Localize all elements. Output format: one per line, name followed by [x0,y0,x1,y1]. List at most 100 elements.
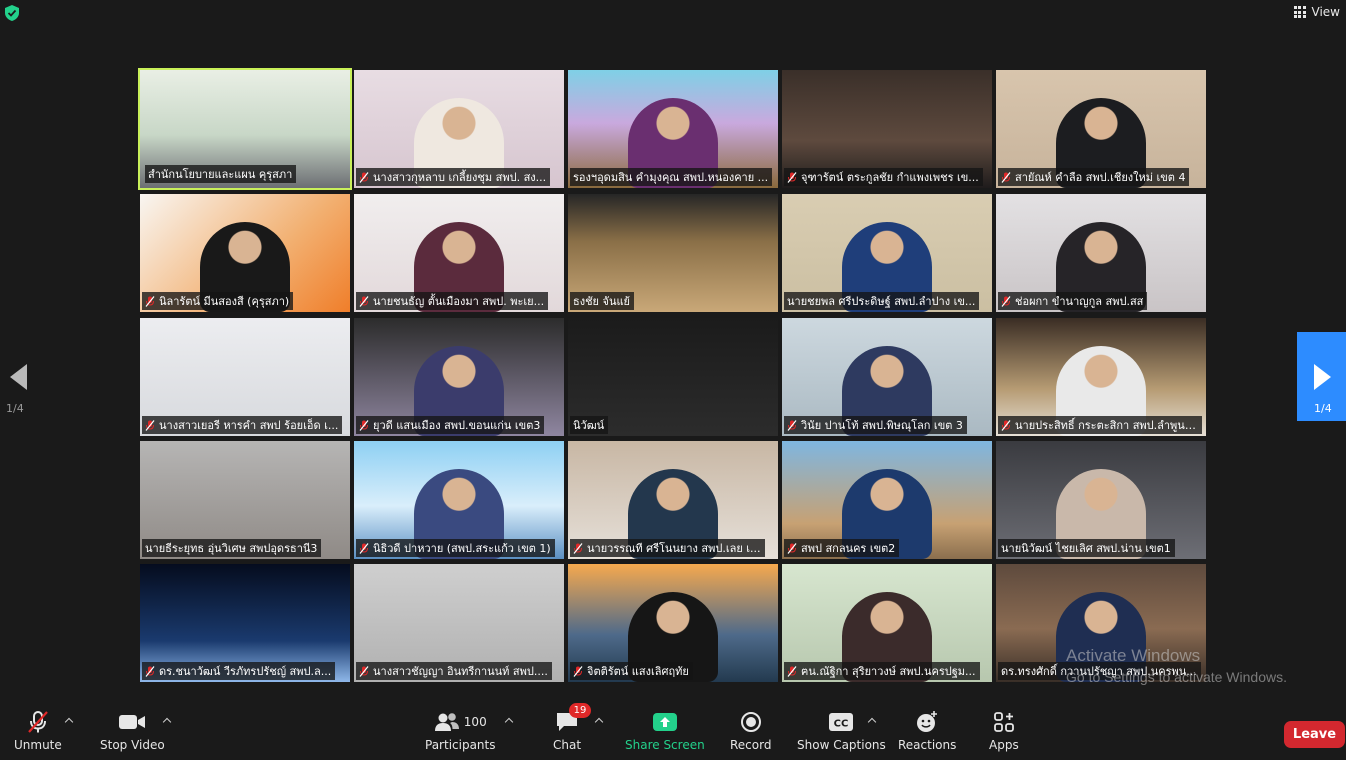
participant-name: นางสาวเยอรี หารคำ สพป ร้อยเอ็ด เ... [159,419,339,432]
previous-page-indicator: 1/4 [6,402,24,415]
mic-muted-icon [359,542,369,554]
mic-muted-icon [359,419,369,431]
captions-options-caret[interactable] [868,717,876,725]
mic-muted-icon [787,665,797,677]
participant-name-label: นิธิวดี ปาหวาย (สพป.สระแก้ว เขต 1) [356,539,555,557]
participant-tile[interactable]: นิวัฒน์ [568,318,778,436]
mic-muted-icon [787,171,797,183]
participant-name-label: นายประสิทธิ์ กระตะสิกา สพป.ลำพูน ... [998,416,1202,434]
record-icon [740,706,762,738]
show-captions-button[interactable]: CC Show Captions [797,706,886,752]
mic-muted-icon [145,295,155,307]
participant-name-label: นายชยพล ศรีประดิษฐ์ สพป.ลำปาง เข... [784,292,980,310]
participant-tile[interactable]: สำนักนโยบายและแผน คุรุสภา [138,68,352,190]
view-label: View [1311,5,1340,19]
stop-video-button[interactable]: Stop Video [100,706,165,752]
participant-tile[interactable]: นายประสิทธิ์ กระตะสิกา สพป.ลำพูน ... [996,318,1206,436]
participant-tile[interactable]: ยุวดี แสนเมือง สพป.ขอนแก่น เขต3 [354,318,564,436]
participant-name: นายประสิทธิ์ กระตะสิกา สพป.ลำพูน ... [1015,419,1198,432]
participant-name: ยุวดี แสนเมือง สพป.ขอนแก่น เขต3 [373,419,541,432]
participant-tile[interactable]: นางสาวกุหลาบ เกลี้ยงชุม สพป. สง... [354,70,564,188]
mic-muted-icon [145,419,155,431]
participant-name: นางสาวชัญญา อินทรีกานนท์ สพป.... [373,665,548,678]
participant-name-label: วินัย ปานโท้ สพป.พิษณุโลก เขต 3 [784,416,967,434]
participants-icon: 100 [434,706,487,738]
record-button[interactable]: Record [730,706,771,752]
participant-tile[interactable]: นิธิวดี ปาหวาย (สพป.สระแก้ว เขต 1) [354,441,564,559]
audio-options-caret[interactable] [65,717,73,725]
mic-muted-icon [787,542,797,554]
participants-options-caret[interactable] [505,717,513,725]
participant-tile[interactable]: สายัณห์ คำลือ สพป.เชียงใหม่ เขต 4 [996,70,1206,188]
participant-tile[interactable]: นายนิวัฒน์ ไชยเลิศ สพป.น่าน เขต1 [996,441,1206,559]
participant-name: รองฯอุดมสิน คำมุงคุณ สพป.หนองคาย ... [573,171,769,184]
participants-count: 100 [463,715,487,729]
participant-name: ช่อผกา ขำนาญกูล สพป.สส [1015,295,1144,308]
participant-tile[interactable]: ฅน.ณัฐิกา สุริยาวงษ์ สพป.นครปฐม... [782,564,992,682]
participant-tile[interactable]: สพป สกลนคร เขต2 [782,441,992,559]
chat-options-caret[interactable] [595,717,603,725]
participant-name: นิวัฒน์ [573,419,605,432]
encryption-shield-icon[interactable] [5,5,19,21]
apps-button[interactable]: Apps [989,706,1019,752]
participant-tile[interactable]: นายธีระยุทธ อุ่นวิเศษ สพปอุดรธานี3 [140,441,350,559]
participant-name: จิตติรัตน์ แสงเลิศฤทัย [587,665,689,678]
share-screen-icon [652,706,678,738]
watermark-line-2: Go to Settings to activate Windows. [1066,668,1287,685]
previous-page-button[interactable]: 1/4 [6,362,34,422]
share-screen-button[interactable]: Share Screen [625,706,705,752]
participant-tile[interactable]: นายชนธัญ ตั้นเมืองมา สพป. พะเย... [354,194,564,312]
participants-label: Participants [425,738,496,752]
participant-tile[interactable]: นิลารัตน์ มีนสองสี (คุรุสภา) [140,194,350,312]
participant-tile[interactable]: วินัย ปานโท้ สพป.พิษณุโลก เขต 3 [782,318,992,436]
svg-text:CC: CC [834,719,849,730]
apps-icon [993,706,1015,738]
participant-name-label: สพป สกลนคร เขต2 [784,539,900,557]
participant-tile[interactable]: จุฑารัตน์ ตระกูลชัย กำแพงเพชร เข... [782,70,992,188]
reactions-button[interactable]: Reactions [898,706,956,752]
participant-name-label: นิลารัตน์ มีนสองสี (คุรุสภา) [142,292,294,310]
participant-name: นายนิวัฒน์ ไชยเลิศ สพป.น่าน เขต1 [1001,542,1171,555]
participant-name: สพป สกลนคร เขต2 [801,542,896,555]
participant-name: นายชยพล ศรีประดิษฐ์ สพป.ลำปาง เข... [787,295,976,308]
mic-muted-icon [1001,295,1011,307]
participant-name: ดร.ชนาวัฒน์ วีรภัทรปรัชญ์ สพป.ล... [159,665,332,678]
mic-muted-icon [25,706,51,738]
participant-name-label: นายนิวัฒน์ ไชยเลิศ สพป.น่าน เขต1 [998,539,1175,557]
participant-tile[interactable]: ธงชัย จันแย้ [568,194,778,312]
participant-name: นางสาวกุหลาบ เกลี้ยงชุม สพป. สง... [373,171,547,184]
apps-label: Apps [989,738,1019,752]
arrow-left-icon [10,364,27,390]
emoji-smile-icon [915,706,939,738]
chat-button[interactable]: 19 Chat [553,703,592,752]
unmute-button[interactable]: Unmute [14,706,62,752]
participant-name-label: นายวรรณที ศรีโนนยาง สพป.เลย เ... [570,539,765,557]
mic-muted-icon [787,419,797,431]
next-page-button[interactable]: 1/4 [1297,332,1346,421]
chat-label: Chat [553,738,582,752]
participant-tile[interactable]: นายวรรณที ศรีโนนยาง สพป.เลย เ... [568,441,778,559]
leave-button[interactable]: Leave [1284,721,1345,748]
mic-muted-icon [1001,171,1011,183]
participant-tile[interactable]: นางสาวเยอรี หารคำ สพป ร้อยเอ็ด เ... [140,318,350,436]
participant-tile[interactable]: รองฯอุดมสิน คำมุงคุณ สพป.หนองคาย ... [568,70,778,188]
mic-muted-icon [359,295,369,307]
view-button[interactable]: View [1293,5,1340,19]
meeting-toolbar: Unmute Stop Video 100 Participants 19 Ch… [0,700,1346,760]
participant-name-label: นิวัฒน์ [570,416,609,434]
participant-tile[interactable]: นายชยพล ศรีประดิษฐ์ สพป.ลำปาง เข... [782,194,992,312]
participant-name-label: ธงชัย จันแย้ [570,292,634,310]
chat-bubble-icon: 19 [555,703,592,738]
participant-name-label: นางสาวกุหลาบ เกลี้ยงชุม สพป. สง... [356,168,551,186]
participant-name: วินัย ปานโท้ สพป.พิษณุโลก เขต 3 [801,419,963,432]
participants-button[interactable]: 100 Participants [425,706,496,752]
participant-tile[interactable]: จิตติรัตน์ แสงเลิศฤทัย [568,564,778,682]
participant-name-label: ยุวดี แสนเมือง สพป.ขอนแก่น เขต3 [356,416,545,434]
participant-name: สำนักนโยบายและแผน คุรุสภา [148,168,293,181]
participant-tile[interactable]: นางสาวชัญญา อินทรีกานนท์ สพป.... [354,564,564,682]
participant-tile[interactable]: ช่อผกา ขำนาญกูล สพป.สส [996,194,1206,312]
video-gallery: สำนักนโยบายและแผน คุรุสภา นางสาวกุหลาบ เก… [138,68,1208,682]
video-options-caret[interactable] [163,717,171,725]
participant-tile[interactable]: ดร.ชนาวัฒน์ วีรภัทรปรัชญ์ สพป.ล... [140,564,350,682]
show-captions-label: Show Captions [797,738,886,752]
